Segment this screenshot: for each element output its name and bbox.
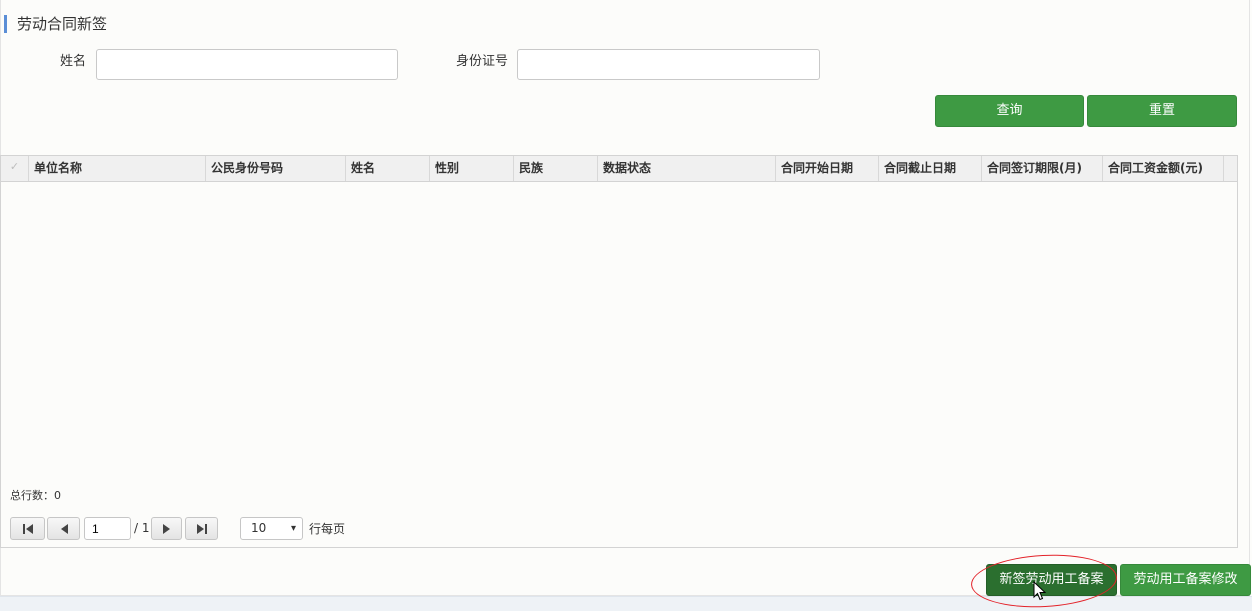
data-grid: ✓ 单位名称 公民身份号码 姓名 性别 民族 数据状态 合同开始日期 合同截止日… (0, 155, 1238, 548)
reset-button[interactable]: 重置 (1087, 95, 1237, 127)
page-size-select[interactable]: 10 ▾ (240, 517, 303, 540)
first-page-button[interactable] (10, 517, 45, 540)
column-header-unit-name[interactable]: 单位名称 (29, 156, 206, 181)
select-all-checkbox[interactable]: ✓ (1, 156, 29, 181)
page-size-value: 10 (251, 521, 267, 535)
total-rows: 总行数：0 (10, 487, 61, 503)
column-header-contract-salary[interactable]: 合同工资金额(元) (1103, 156, 1224, 181)
query-button[interactable]: 查询 (935, 95, 1084, 127)
column-header-name[interactable]: 姓名 (346, 156, 430, 181)
next-page-icon (162, 524, 170, 534)
checkmark-icon: ✓ (9, 160, 20, 173)
name-input[interactable] (96, 49, 398, 80)
grid-header: ✓ 单位名称 公民身份号码 姓名 性别 民族 数据状态 合同开始日期 合同截止日… (1, 156, 1237, 182)
prev-page-button[interactable] (47, 517, 80, 540)
column-header-gender[interactable]: 性别 (430, 156, 514, 181)
page-title: 劳动合同新签 (4, 15, 107, 33)
modify-labor-filing-button[interactable]: 劳动用工备案修改 (1120, 564, 1251, 596)
last-page-button[interactable] (185, 517, 218, 540)
column-header-ethnicity[interactable]: 民族 (514, 156, 598, 181)
mouse-cursor-icon (1033, 581, 1047, 601)
id-number-label: 身份证号 (456, 54, 509, 69)
column-header-contract-start-date[interactable]: 合同开始日期 (776, 156, 879, 181)
total-pages: / 1 (134, 521, 150, 535)
id-number-input[interactable] (517, 49, 820, 80)
name-label: 姓名 (60, 54, 87, 69)
per-page-label: 行每页 (309, 522, 346, 536)
next-page-button[interactable] (151, 517, 182, 540)
column-header-contract-end-date[interactable]: 合同截止日期 (879, 156, 982, 181)
column-header-citizen-id[interactable]: 公民身份号码 (206, 156, 346, 181)
bottom-strip (0, 596, 1252, 611)
prev-page-icon (60, 524, 68, 534)
column-header-contract-term[interactable]: 合同签订期限(月) (982, 156, 1103, 181)
new-labor-filing-button[interactable]: 新签劳动用工备案 (986, 564, 1117, 596)
last-page-icon (196, 524, 207, 534)
chevron-down-icon: ▾ (290, 523, 296, 534)
total-rows-count: 0 (54, 489, 61, 502)
column-header-data-status[interactable]: 数据状态 (598, 156, 776, 181)
current-page-input[interactable] (84, 517, 131, 540)
first-page-icon (22, 524, 33, 534)
total-rows-label: 总行数： (10, 489, 54, 502)
